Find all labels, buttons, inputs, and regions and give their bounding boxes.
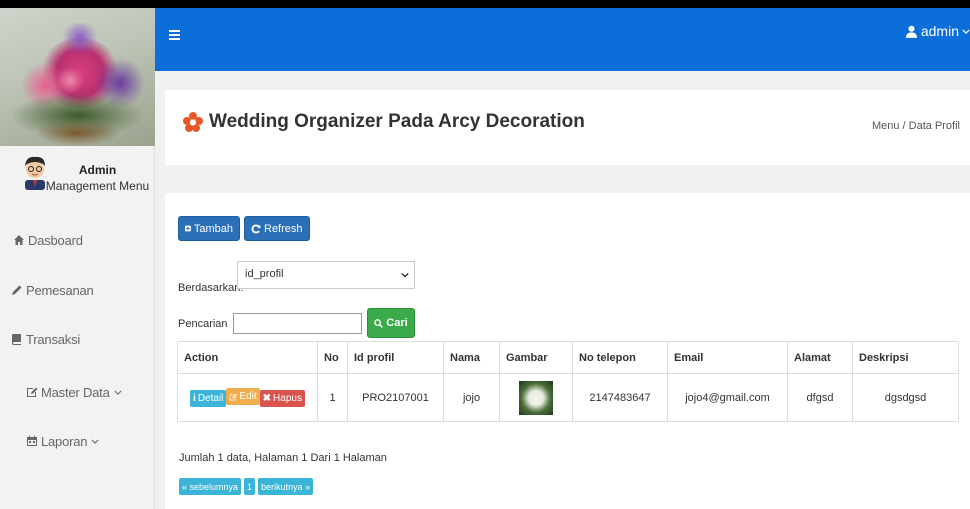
search-button[interactable]: Cari — [367, 308, 415, 338]
user-menu[interactable]: admin — [905, 23, 970, 39]
cell-alamat: dfgsd — [787, 373, 853, 422]
info-icon: i — [193, 392, 196, 404]
content-header: Wedding Organizer Pada Arcy Decoration M… — [165, 90, 970, 165]
app-frame: Admin Management Menu Dasboard Pemesanan… — [0, 8, 970, 509]
edit-button-label: Edit — [239, 391, 257, 403]
flower-logo-icon — [183, 112, 203, 132]
sidebar-banner-image — [0, 8, 155, 146]
refresh-button[interactable]: Refresh — [244, 216, 310, 241]
delete-button[interactable]: ✖ Hapus — [259, 389, 305, 407]
cell-gambar — [499, 373, 573, 422]
sidebar-item-laporan[interactable]: Laporan — [26, 426, 181, 456]
col-header-nama: Nama — [443, 341, 500, 374]
admin-role: Management Menu — [45, 179, 150, 193]
filter-by-label: Berdasarkan: — [178, 282, 244, 294]
sidebar-item-master-data[interactable]: Master Data — [26, 377, 181, 407]
profile-thumbnail — [519, 380, 553, 415]
refresh-button-label: Refresh — [264, 222, 303, 235]
chevron-down-icon — [401, 272, 409, 278]
sidebar: Admin Management Menu Dasboard Pemesanan… — [0, 8, 155, 509]
col-header-gambar: Gambar — [499, 341, 573, 374]
cell-no-telepon: 2147483647 — [572, 373, 668, 422]
user-menu-label: admin — [920, 23, 959, 39]
refresh-icon — [251, 223, 261, 233]
col-header-email: Email — [667, 341, 788, 374]
col-header-alamat: Alamat — [787, 341, 853, 374]
cell-id-profil: PRO2107001 — [347, 373, 444, 422]
col-header-no: No — [317, 341, 348, 374]
cell-nama: jojo — [443, 373, 500, 422]
data-summary: Jumlah 1 data, Halaman 1 Dari 1 Halaman — [179, 452, 387, 464]
search-input[interactable] — [233, 313, 362, 334]
detail-button[interactable]: i Detail — [190, 389, 227, 407]
home-icon — [14, 235, 24, 245]
cell-deskripsi: dgsdgsd — [852, 373, 959, 422]
sidebar-item-label: Transaksi — [26, 331, 81, 347]
user-icon — [905, 25, 917, 38]
col-header-deskripsi: Deskripsi — [852, 341, 959, 374]
page-title: Wedding Organizer Pada Arcy Decoration — [209, 111, 585, 132]
admin-profile: Admin Management Menu — [0, 146, 154, 198]
detail-button-label: Detail — [197, 392, 224, 404]
book-icon — [12, 334, 21, 345]
cell-no: 1 — [317, 373, 348, 422]
pagination: « sebelumnya 1 berikutnya » — [179, 478, 316, 495]
top-navbar: admin — [155, 8, 970, 71]
cell-email: jojo4@gmail.com — [667, 373, 788, 422]
sidebar-item-label: Master Data — [41, 384, 110, 400]
add-button-label: Tambah — [193, 222, 233, 235]
col-header-action: Action — [177, 341, 318, 374]
sidebar-item-label: Pemesanan — [26, 282, 94, 298]
edit-button[interactable]: Edit — [226, 388, 260, 406]
sidebar-item-label: Laporan — [41, 433, 88, 449]
breadcrumb[interactable]: Menu / Data Profil — [872, 120, 960, 132]
main-panel: Tambah Refresh Berdasarkan: id_profil Pe… — [165, 193, 970, 509]
sidebar-item-dasboard[interactable]: Dasboard — [13, 225, 168, 255]
sidebar-item-label: Dasboard — [28, 232, 83, 248]
close-icon: ✖ — [262, 392, 272, 404]
filter-by-value: id_profil — [245, 268, 284, 280]
table-header-row: Action No Id profil Nama Gambar No telep… — [177, 341, 959, 374]
sidebar-item-pemesanan[interactable]: Pemesanan — [11, 275, 166, 305]
hamburger-icon[interactable] — [169, 30, 180, 40]
pencil-icon — [12, 285, 22, 295]
prev-page-button[interactable]: « sebelumnya — [179, 478, 242, 495]
filter-by-select[interactable]: id_profil — [237, 261, 415, 289]
search-button-label: Cari — [386, 317, 408, 329]
chevron-down-icon — [91, 439, 99, 444]
admin-name: Admin — [78, 163, 117, 177]
sidebar-item-transaksi[interactable]: Transaksi — [11, 324, 166, 354]
page-1-button[interactable]: 1 — [244, 478, 256, 495]
profile-table: Action No Id profil Nama Gambar No telep… — [177, 341, 959, 422]
search-icon — [374, 318, 384, 328]
delete-button-label: Hapus — [273, 392, 302, 404]
edit-icon — [27, 387, 38, 397]
edit-icon — [230, 393, 238, 401]
col-header-id-profil: Id profil — [347, 341, 444, 374]
search-label: Pencarian — [178, 318, 228, 330]
col-header-no-telepon: No telepon — [572, 341, 668, 374]
chevron-down-icon — [114, 390, 122, 395]
chevron-down-icon — [962, 28, 970, 34]
action-cell: i Detail Edit ✖ Hapus — [177, 373, 318, 422]
next-page-button[interactable]: berikutnya » — [258, 478, 314, 495]
plus-square-icon — [185, 225, 191, 232]
calendar-icon — [27, 435, 37, 446]
add-button[interactable]: Tambah — [178, 216, 240, 241]
table-row: i Detail Edit ✖ Hapus 1 PRO2107001 jojo 2147… — [177, 373, 959, 422]
